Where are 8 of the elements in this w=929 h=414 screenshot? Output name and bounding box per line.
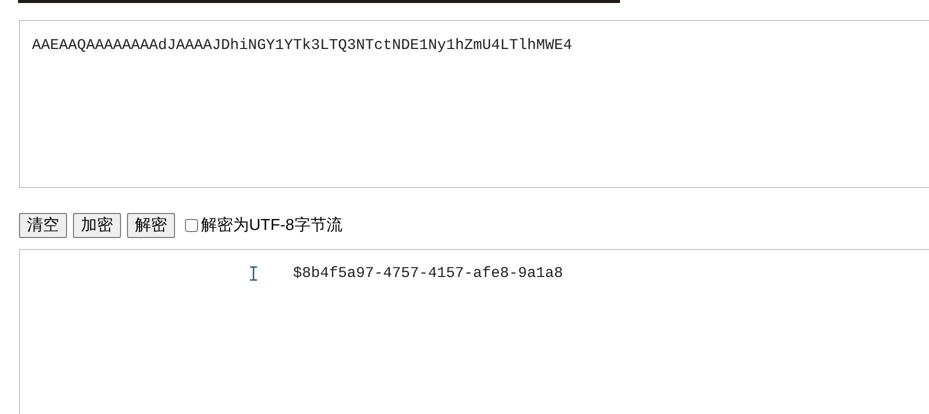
text-cursor-icon: [249, 266, 258, 281]
action-button[interactable]: 清空: [19, 213, 67, 238]
action-button[interactable]: 解密: [127, 213, 175, 238]
action-button[interactable]: 加密: [73, 213, 121, 238]
output-field[interactable]: $8b4f5a97-4757-4157-afe8-9a1a8: [293, 264, 564, 284]
input-field[interactable]: AAEAAQAAAAAAAAdJAAAAJDhiNGY1YTk3LTQ3NTctNDE1Ny1hZmU4LTlhMWE4: [32, 36, 917, 56]
checkbox[interactable]: [185, 219, 198, 232]
checkbox-label[interactable]: 解密为UTF-8字节流: [201, 214, 342, 238]
